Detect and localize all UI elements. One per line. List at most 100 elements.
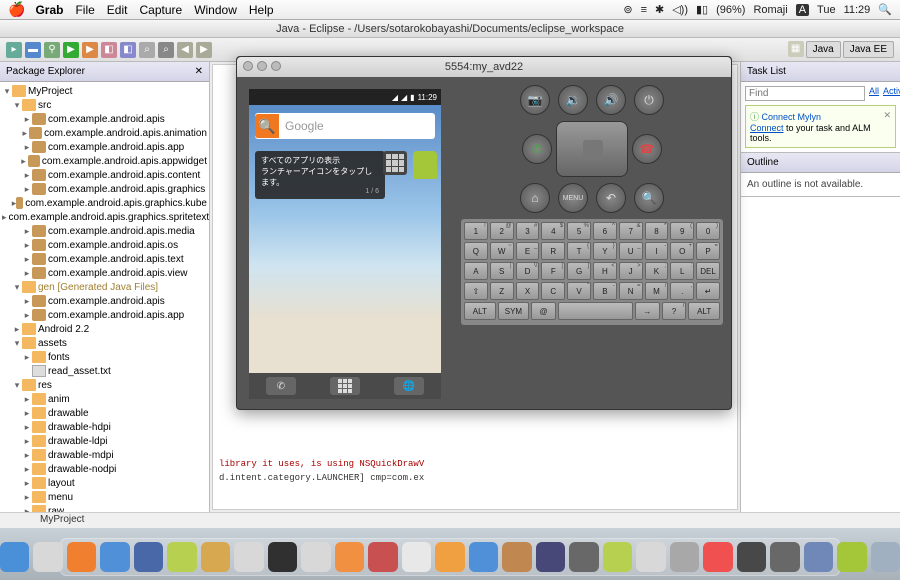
power-button[interactable]: ⏻ xyxy=(634,85,664,115)
apps-button[interactable] xyxy=(330,377,360,395)
tree-item[interactable]: ▸com.example.android.apis.appwidget xyxy=(0,154,209,168)
tree-item[interactable]: ▸fonts xyxy=(0,350,209,364)
battery-icon[interactable]: ▮▯ xyxy=(696,3,708,16)
dock-app-icon[interactable] xyxy=(703,542,732,572)
keyboard-key[interactable]: U_ xyxy=(619,242,643,260)
package-tree[interactable]: ▾MyProject▾src▸com.example.android.apis▸… xyxy=(0,82,209,512)
dock-app-icon[interactable] xyxy=(569,542,598,572)
dock-app-icon[interactable] xyxy=(301,542,330,572)
breadcrumb[interactable]: MyProject xyxy=(40,514,84,525)
emulator-titlebar[interactable]: 5554:my_avd22 xyxy=(237,57,731,77)
dock-app-icon[interactable] xyxy=(871,542,900,572)
new-class-icon[interactable]: ◧ xyxy=(120,42,136,58)
bluetooth-icon[interactable]: ≡ xyxy=(641,4,647,16)
keyboard-key[interactable]: 5% xyxy=(567,222,591,240)
keyboard-key[interactable]: ⇧ xyxy=(464,282,488,300)
keyboard-key[interactable]: D\\ xyxy=(516,262,540,280)
traffic-close-icon[interactable] xyxy=(243,61,253,71)
dock-app-icon[interactable] xyxy=(670,542,699,572)
menu-help[interactable]: Help xyxy=(249,3,274,17)
tree-item[interactable]: ▾MyProject xyxy=(0,84,209,98)
keyboard-key[interactable]: R` xyxy=(541,242,565,260)
tree-item[interactable]: ▸com.example.android.apis.animation xyxy=(0,126,209,140)
ime-a-icon[interactable]: A xyxy=(796,4,809,16)
nav-back-icon[interactable]: ◀ xyxy=(177,42,193,58)
home-button[interactable]: ⌂ xyxy=(520,183,550,213)
keyboard-key[interactable]: P= xyxy=(696,242,720,260)
tree-item[interactable]: ▸com.example.android.apis.graphics.kube xyxy=(0,196,209,210)
browser-button[interactable]: 🌐 xyxy=(394,377,424,395)
tree-item[interactable]: ▸anim xyxy=(0,392,209,406)
nav-fwd-icon[interactable]: ▶ xyxy=(196,42,212,58)
keyboard-key[interactable]: @ xyxy=(531,302,556,320)
keyboard-key[interactable]: 0) xyxy=(696,222,720,240)
keyboard-key[interactable]: T{ xyxy=(567,242,591,260)
phone-screen[interactable]: ◢ ◢ ▮ 11:29 🔍 Google すべてのアプリの表示 ランチャーアイコ… xyxy=(249,89,441,399)
tree-item[interactable]: ▸com.example.android.apis.os xyxy=(0,238,209,252)
dialer-button[interactable]: ✆ xyxy=(266,377,296,395)
tree-item[interactable]: ▸com.example.android.apis.media xyxy=(0,224,209,238)
new-icon[interactable]: ▸ xyxy=(6,42,22,58)
tree-item[interactable]: ▸drawable-hdpi xyxy=(0,420,209,434)
search-button[interactable]: 🔍 xyxy=(634,183,664,213)
tree-item[interactable]: ▸com.example.android.apis.view xyxy=(0,266,209,280)
dock-app-icon[interactable] xyxy=(469,542,498,572)
hint-bubble[interactable]: すべてのアプリの表示 ランチャーアイコンをタップします。 1 / 6 xyxy=(255,151,385,199)
view-close-icon[interactable]: ✕ xyxy=(195,66,203,77)
call-button[interactable]: ✆ xyxy=(522,134,552,164)
dock-app-icon[interactable] xyxy=(737,542,766,572)
keyboard-key[interactable] xyxy=(558,302,633,320)
mylyn-connect-link[interactable]: Connect xyxy=(750,123,784,133)
keyboard-key[interactable]: K; xyxy=(645,262,669,280)
keyboard-key[interactable]: B- xyxy=(593,282,617,300)
keyboard-key[interactable]: S| xyxy=(490,262,514,280)
perspective-javaee[interactable]: Java EE xyxy=(843,41,894,58)
tree-item[interactable]: ▸Android 2.2 xyxy=(0,322,209,336)
keyboard-key[interactable]: 2@ xyxy=(490,222,514,240)
dock-app-icon[interactable] xyxy=(770,542,799,572)
tree-item[interactable]: ▸com.example.android.apis.graphics xyxy=(0,182,209,196)
keyboard-key[interactable]: DEL xyxy=(696,262,720,280)
dock-app-icon[interactable] xyxy=(234,542,263,572)
clock-day[interactable]: Tue xyxy=(817,4,836,16)
keyboard-key[interactable]: 4$ xyxy=(541,222,565,240)
dock-app-icon[interactable] xyxy=(134,542,163,572)
keyboard-key[interactable]: E_ xyxy=(516,242,540,260)
task-find-input[interactable] xyxy=(745,86,865,101)
keyboard-key[interactable]: 1! xyxy=(464,222,488,240)
traffic-minimize-icon[interactable] xyxy=(257,61,267,71)
dock-app-icon[interactable] xyxy=(33,542,62,572)
tree-item[interactable]: ▸com.example.android.apis.text xyxy=(0,252,209,266)
volume-up-button[interactable]: 🔊 xyxy=(596,85,626,115)
android-home[interactable]: 🔍 Google すべてのアプリの表示 ランチャーアイコンをタップします。 1 … xyxy=(249,105,441,373)
dock-app-icon[interactable] xyxy=(0,542,29,572)
keyboard-key[interactable]: X xyxy=(516,282,540,300)
new-pkg-icon[interactable]: ◧ xyxy=(101,42,117,58)
tree-item[interactable]: ▸com.example.android.apis.graphics.sprit… xyxy=(0,210,209,224)
dock-app-icon[interactable] xyxy=(435,542,464,572)
tree-item[interactable]: ▸drawable-ldpi xyxy=(0,434,209,448)
keyboard-key[interactable]: 3# xyxy=(516,222,540,240)
keyboard-key[interactable]: H< xyxy=(593,262,617,280)
tree-item[interactable]: ▸com.example.android.apis xyxy=(0,112,209,126)
keyboard-key[interactable]: M/ xyxy=(645,282,669,300)
menu-button[interactable]: MENU xyxy=(558,183,588,213)
keyboard-key[interactable]: W~ xyxy=(490,242,514,260)
save-icon[interactable]: ▬ xyxy=(25,42,41,58)
keyboard-key[interactable]: → xyxy=(635,302,660,320)
dock-app-icon[interactable] xyxy=(402,542,431,572)
search-icon[interactable]: ⌕ xyxy=(158,42,174,58)
search-icon[interactable]: 🔍 xyxy=(255,114,279,138)
dpad[interactable] xyxy=(556,121,628,177)
debug-icon[interactable]: ⚲ xyxy=(44,42,60,58)
keyboard-key[interactable]: 7& xyxy=(619,222,643,240)
open-type-icon[interactable]: ⌕ xyxy=(139,42,155,58)
tree-item[interactable]: ▸raw xyxy=(0,504,209,512)
tree-item[interactable]: ▸layout xyxy=(0,476,209,490)
app-name[interactable]: Grab xyxy=(35,3,63,17)
keyboard-key[interactable]: F[ xyxy=(541,262,565,280)
tree-item[interactable]: ▸com.example.android.apis.app xyxy=(0,308,209,322)
dock-app-icon[interactable] xyxy=(100,542,129,572)
keyboard-key[interactable]: ?/ xyxy=(662,302,687,320)
airport-icon[interactable]: ✱ xyxy=(655,3,664,16)
